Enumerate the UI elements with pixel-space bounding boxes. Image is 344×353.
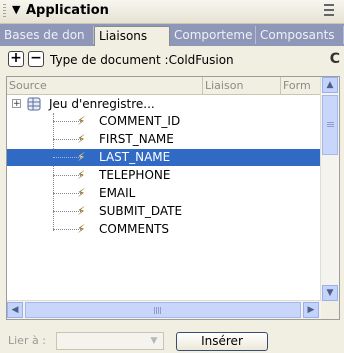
tab-databases[interactable]: Bases de don — [0, 26, 94, 44]
field-row[interactable]: ⚡ EMAIL — [7, 185, 321, 202]
scroll-left-icon[interactable]: ◀ — [7, 302, 23, 318]
recordset-row[interactable]: + Jeu d'enregistre... — [7, 96, 321, 113]
document-type-label: Type de document :ColdFusion — [50, 53, 234, 67]
field-label: SUBMIT_DATE — [99, 204, 183, 218]
tab-behaviors[interactable]: Comporteme — [170, 26, 256, 44]
horizontal-scrollbar[interactable]: ◀ ▶ — [7, 300, 321, 319]
column-header-source[interactable]: Source — [7, 77, 203, 94]
field-label: FIRST_NAME — [99, 132, 174, 146]
field-row[interactable]: ⚡ TELEPHONE — [7, 167, 321, 184]
bind-to-label: Lier à : — [8, 334, 46, 347]
field-row[interactable]: ⚡ COMMENTS — [7, 221, 321, 238]
tab-components[interactable]: Composants — [256, 26, 344, 44]
scroll-down-icon[interactable]: ▼ — [322, 285, 338, 301]
field-row[interactable]: ⚡ FIRST_NAME — [7, 131, 321, 148]
refresh-icon[interactable]: C — [330, 51, 340, 67]
field-label: TELEPHONE — [99, 168, 171, 182]
panel-titlebar[interactable]: ▼ Application — [0, 0, 344, 24]
collapse-arrow-icon[interactable]: ▼ — [12, 3, 20, 16]
bolt-icon: ⚡ — [77, 204, 86, 218]
bind-to-select[interactable]: ▼ — [56, 332, 164, 350]
field-row-selected[interactable]: ⚡ LAST_NAME — [7, 149, 321, 166]
field-label: LAST_NAME — [99, 150, 171, 164]
panel-title: Application — [26, 3, 109, 18]
insert-button[interactable]: Insérer — [176, 332, 268, 351]
recordset-icon — [27, 97, 41, 111]
bolt-icon: ⚡ — [77, 168, 86, 182]
field-label: EMAIL — [99, 186, 136, 200]
column-header-format[interactable]: Form — [281, 77, 321, 94]
bolt-icon: ⚡ — [77, 186, 86, 200]
tree-header: Source Liaison Form — [7, 77, 321, 95]
remove-binding-button[interactable]: − — [28, 51, 44, 67]
expand-toggle-icon[interactable]: + — [12, 99, 21, 109]
bindings-toolbar: + − Type de document :ColdFusion C — [0, 47, 344, 73]
field-row[interactable]: ⚡ COMMENT_ID — [7, 113, 321, 130]
application-panel: ▼ Application Bases de don Liaisons Comp… — [0, 0, 344, 353]
scroll-up-icon[interactable]: ▲ — [322, 77, 338, 93]
scrollbar-corner — [321, 301, 339, 319]
bolt-icon: ⚡ — [77, 132, 86, 146]
bindings-tree[interactable]: Source Liaison Form + Jeu d'enregistre..… — [6, 76, 340, 320]
recordset-label: Jeu d'enregistre... — [49, 97, 155, 111]
bolt-icon: ⚡ — [77, 114, 86, 128]
tab-bar: Bases de don Liaisons Comporteme Composa… — [0, 24, 344, 46]
column-header-binding[interactable]: Liaison — [203, 77, 281, 94]
bolt-icon: ⚡ — [77, 150, 86, 164]
vertical-scrollbar[interactable]: ▲ ▼ — [320, 77, 339, 301]
drag-grip-icon[interactable] — [3, 4, 6, 19]
bolt-icon: ⚡ — [77, 222, 86, 236]
scroll-right-icon[interactable]: ▶ — [303, 302, 319, 318]
bottom-bar: Lier à : ▼ Insérer — [0, 329, 344, 353]
add-binding-button[interactable]: + — [8, 51, 24, 67]
tab-bindings[interactable]: Liaisons — [94, 26, 170, 46]
field-label: COMMENTS — [99, 222, 170, 236]
chevron-down-icon[interactable]: ▼ — [147, 334, 161, 348]
vertical-scroll-thumb[interactable] — [322, 95, 338, 155]
panel-options-menu-icon[interactable] — [324, 4, 338, 16]
field-row[interactable]: ⚡ SUBMIT_DATE — [7, 203, 321, 220]
field-label: COMMENT_ID — [99, 114, 181, 128]
horizontal-scroll-thumb[interactable] — [25, 302, 301, 318]
